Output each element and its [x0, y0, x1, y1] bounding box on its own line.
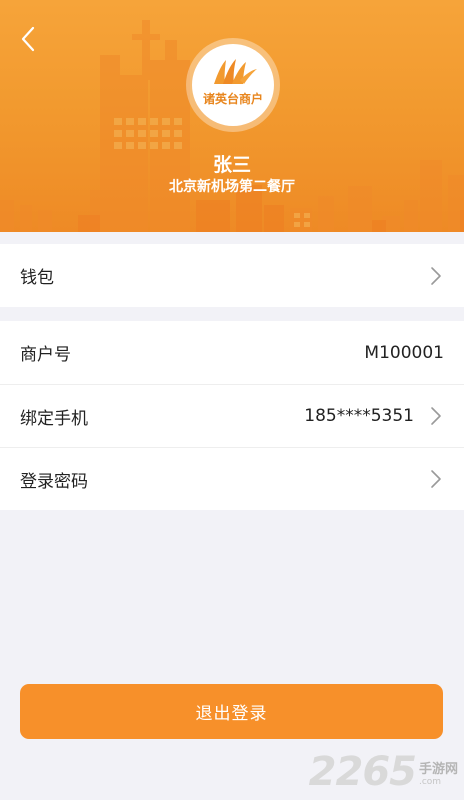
chevron-right-icon: [430, 406, 444, 426]
account-card: 商户号 M100001 绑定手机 185****5351 登录密码: [0, 321, 464, 510]
login-password-row[interactable]: 登录密码: [0, 447, 464, 510]
watermark-number: 2265: [308, 749, 417, 795]
bind-phone-label: 绑定手机: [20, 408, 88, 429]
chevron-right-icon: [430, 266, 444, 286]
wallet-row[interactable]: 钱包: [0, 244, 464, 307]
bind-phone-row[interactable]: 绑定手机 185****5351: [0, 384, 464, 447]
watermark-side: 手游网 .com: [419, 762, 458, 788]
avatar: 诸英台商户: [186, 38, 280, 132]
store-name: 北京新机场第二餐厅: [169, 179, 295, 195]
site-watermark: 2265 手游网 .com: [309, 752, 458, 792]
wallet-label: 钱包: [20, 268, 54, 288]
merchant-id-row: 商户号 M100001: [0, 321, 464, 384]
logo-text: 诸英台商户: [202, 92, 263, 106]
login-password-label: 登录密码: [20, 471, 88, 492]
merchant-id-value: M100001: [364, 342, 444, 363]
profile-header: 诸英台商户 张三 北京新机场第二餐厅: [0, 0, 464, 232]
wallet-card: 钱包: [0, 244, 464, 307]
merchant-id-label: 商户号: [20, 345, 71, 365]
merchant-logo: 诸英台商户: [192, 44, 274, 126]
logout-button[interactable]: 退出登录: [20, 684, 443, 739]
watermark-domain: .com: [418, 777, 442, 787]
watermark-cn: 手游网: [418, 762, 458, 777]
butterfly-logo-icon: [214, 59, 257, 84]
back-button[interactable]: [14, 24, 42, 54]
chevron-left-icon: [21, 26, 35, 52]
bind-phone-value: 185****5351: [304, 406, 414, 426]
user-name: 张三: [212, 154, 251, 176]
chevron-right-icon: [430, 469, 444, 489]
